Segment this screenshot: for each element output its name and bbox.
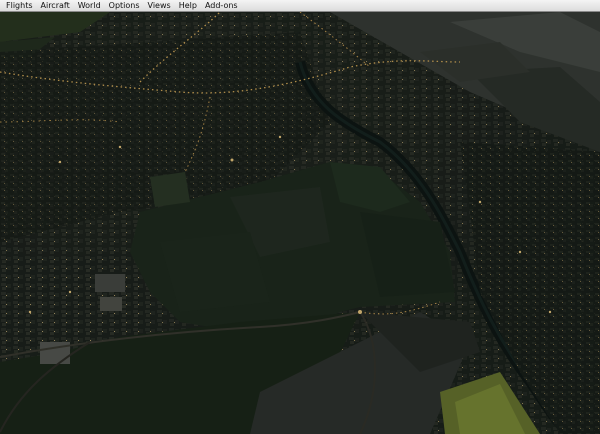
- menu-views[interactable]: Views: [144, 0, 175, 11]
- menu-world[interactable]: World: [74, 0, 105, 11]
- menu-options[interactable]: Options: [105, 0, 144, 11]
- menu-aircraft[interactable]: Aircraft: [37, 0, 74, 11]
- simulator-viewport[interactable]: [0, 12, 600, 434]
- menu-flights[interactable]: Flights: [0, 0, 37, 11]
- menu-help[interactable]: Help: [175, 0, 201, 11]
- menu-bar: Flights Aircraft World Options Views Hel…: [0, 0, 600, 12]
- menu-addons[interactable]: Add-ons: [201, 0, 242, 11]
